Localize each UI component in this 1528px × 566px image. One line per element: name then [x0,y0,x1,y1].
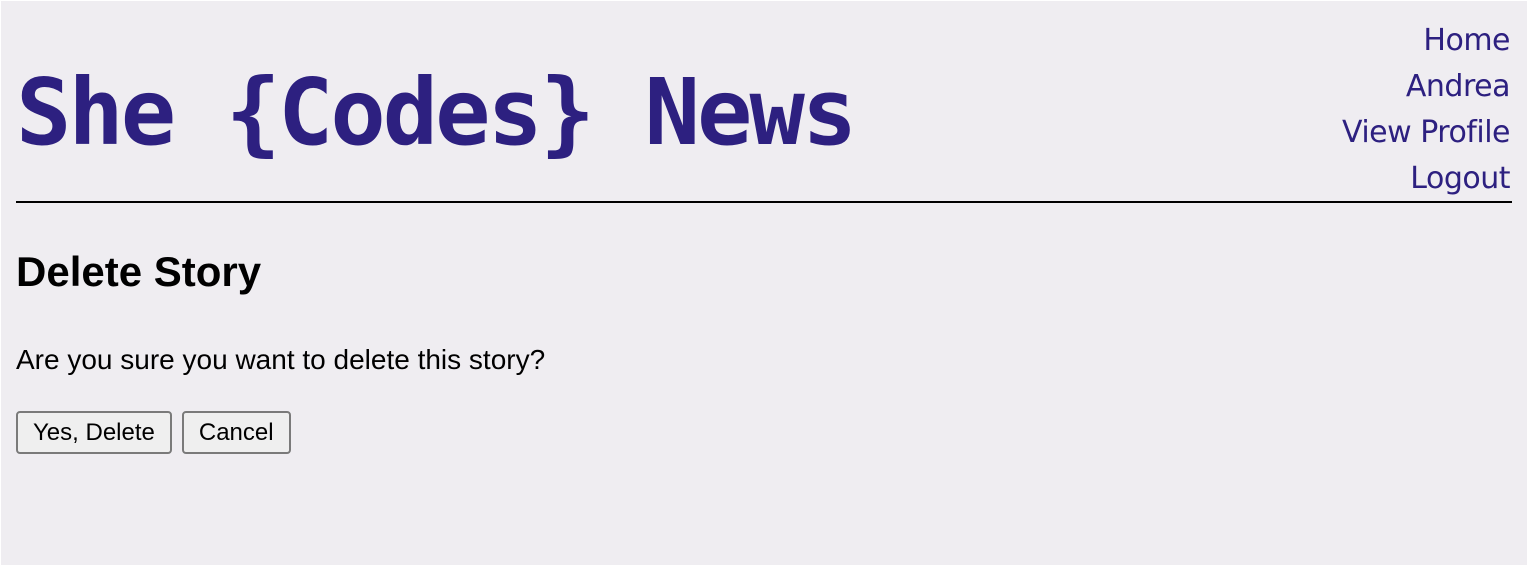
nav-item-logout: Logout [1342,158,1510,204]
confirm-delete-button[interactable]: Yes, Delete [16,411,172,454]
main-nav: Home Andrea View Profile Logout [1342,20,1511,204]
nav-item-user: Andrea [1342,66,1511,112]
site-title[interactable]: She {Codes} News [16,58,857,168]
nav-item-view-profile: View Profile [1342,112,1511,158]
nav-link-home[interactable]: Home [1423,23,1510,58]
delete-confirmation-message: Are you sure you want to delete this sto… [16,344,546,375]
site-header: She {Codes} News Home Andrea View Profil… [16,0,1512,203]
nav-link-view-profile[interactable]: View Profile [1342,115,1511,150]
page-title: Delete Story [16,248,262,295]
confirmation-actions: Yes, Delete Cancel [16,411,291,454]
nav-link-logout[interactable]: Logout [1410,161,1510,196]
cancel-button[interactable]: Cancel [181,411,291,454]
nav-item-home: Home [1342,20,1510,66]
nav-link-user[interactable]: Andrea [1406,69,1511,104]
